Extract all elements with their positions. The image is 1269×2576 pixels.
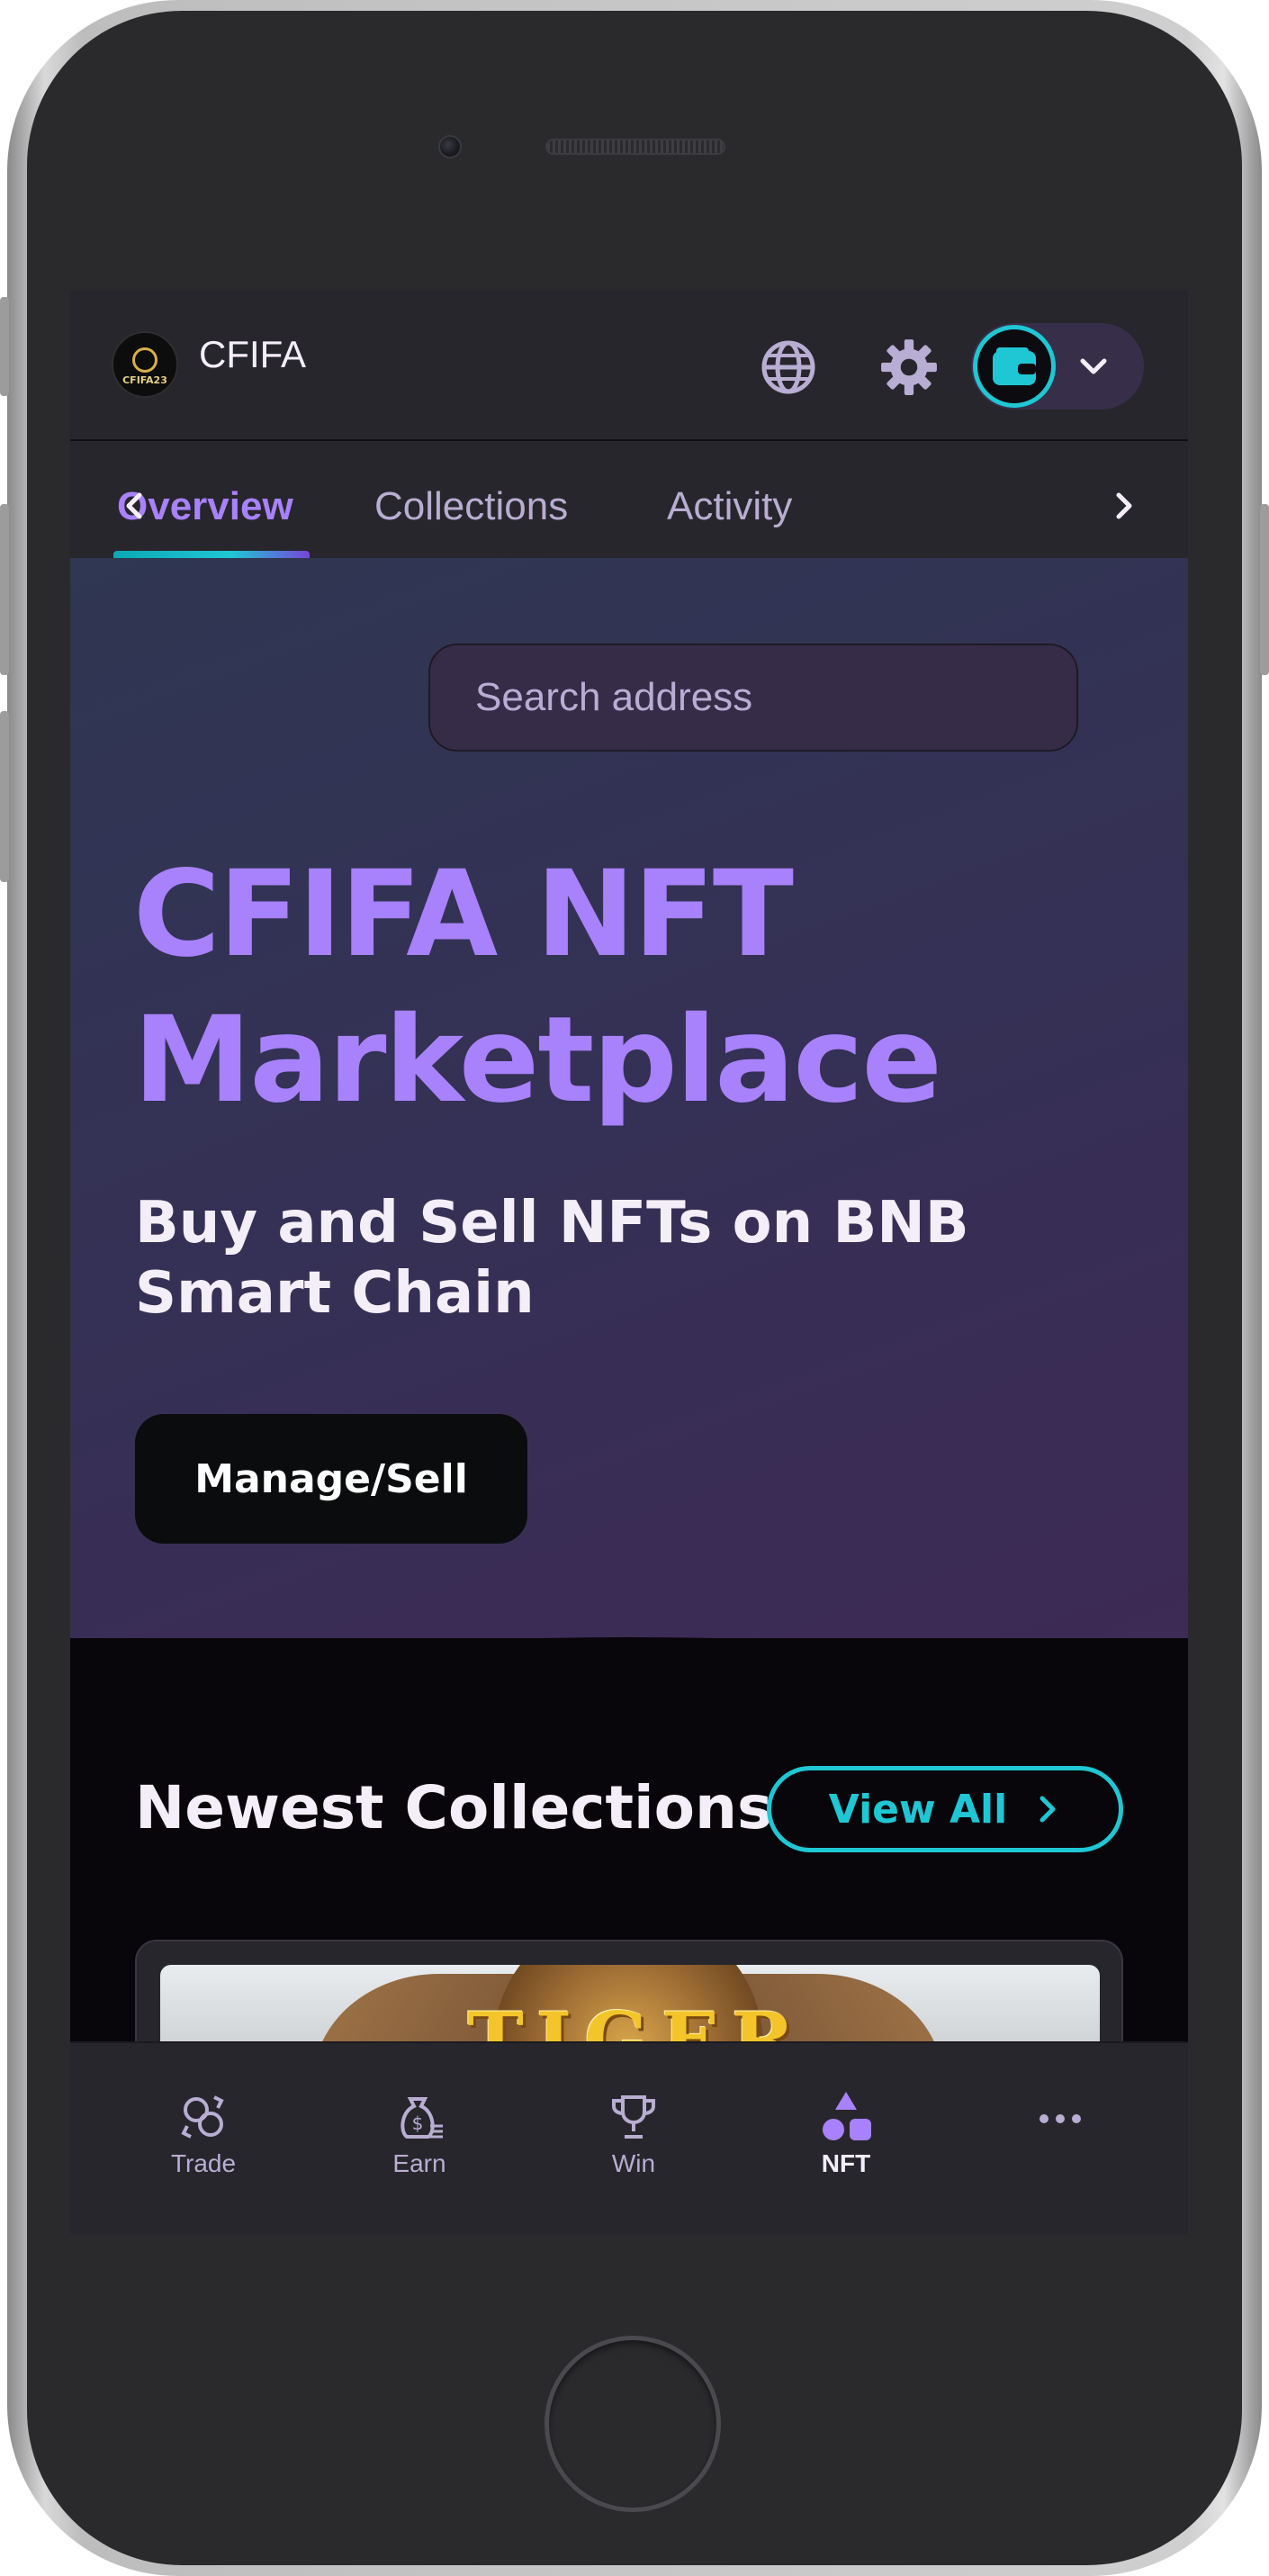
top-bar: CFIFA23 CFIFA: [70, 290, 1188, 441]
volume-up-button: [0, 504, 9, 675]
wallet-icon: [973, 325, 1056, 408]
chevron-left-icon[interactable]: [117, 488, 153, 524]
front-camera: [438, 135, 462, 158]
mute-switch: [0, 297, 9, 396]
trade-icon: [176, 2090, 230, 2144]
nav-nft-label: NFT: [821, 2149, 871, 2177]
more-icon: [1033, 2092, 1087, 2146]
hero-curve-divider: [70, 1637, 1188, 1781]
language-globe-icon[interactable]: [756, 335, 821, 400]
tab-activity-label: Activity: [667, 484, 793, 528]
wallet-menu-button[interactable]: [971, 323, 1144, 410]
brand-logo[interactable]: CFIFA23: [112, 331, 178, 398]
svg-text:$: $: [412, 2112, 424, 2134]
power-button: [1260, 504, 1269, 675]
trophy-icon: [607, 2090, 661, 2144]
tab-collections[interactable]: Collections: [374, 484, 568, 529]
earn-icon: $: [392, 2090, 446, 2144]
chevron-down-icon: [1080, 358, 1107, 374]
manage-sell-button[interactable]: Manage/Sell: [135, 1414, 527, 1544]
tab-activity[interactable]: Activity: [667, 484, 792, 529]
nft-icon: [819, 2090, 873, 2144]
tab-collections-label: Collections: [374, 484, 569, 528]
logo-text: CFIFA23: [122, 374, 167, 386]
nav-trade-label: Trade: [170, 2149, 237, 2177]
active-tab-indicator: [113, 551, 310, 558]
nav-win-label: Win: [611, 2149, 656, 2177]
search-input[interactable]: [430, 645, 1076, 750]
earpiece-speaker: [545, 139, 725, 155]
chevron-right-icon: [1040, 1796, 1056, 1823]
brand-name: CFIFA: [199, 333, 307, 375]
app-screen: CFIFA23 CFIFA Overview Collections Activ…: [70, 290, 1188, 2234]
view-all-label: View All: [828, 1786, 1008, 1833]
nav-nft[interactable]: NFT: [756, 2043, 936, 2178]
sub-nav-tabs: Overview Collections Activity: [70, 441, 1188, 558]
logo-emblem: [132, 347, 158, 373]
nav-earn[interactable]: $ Earn: [329, 2043, 509, 2178]
volume-down-button: [0, 711, 9, 882]
chevron-right-icon[interactable]: [1105, 488, 1141, 524]
nav-more[interactable]: [970, 2043, 1150, 2178]
nav-win[interactable]: Win: [544, 2043, 724, 2178]
hero-subtitle: Buy and Sell NFTs on BNB Smart Chain: [135, 1190, 969, 1327]
home-button[interactable]: [544, 2336, 721, 2512]
search-address-field[interactable]: [428, 644, 1078, 752]
hero-title: CFIFA NFT Marketplace: [133, 845, 942, 1130]
settings-gear-icon[interactable]: [877, 335, 941, 400]
bottom-navigation: Trade $ Earn Win NFT: [70, 2041, 1188, 2234]
view-all-button[interactable]: View All: [767, 1766, 1123, 1852]
nav-earn-label: Earn: [392, 2149, 446, 2177]
newest-collections-heading: Newest Collections: [135, 1773, 773, 1842]
nav-trade[interactable]: Trade: [113, 2043, 293, 2178]
